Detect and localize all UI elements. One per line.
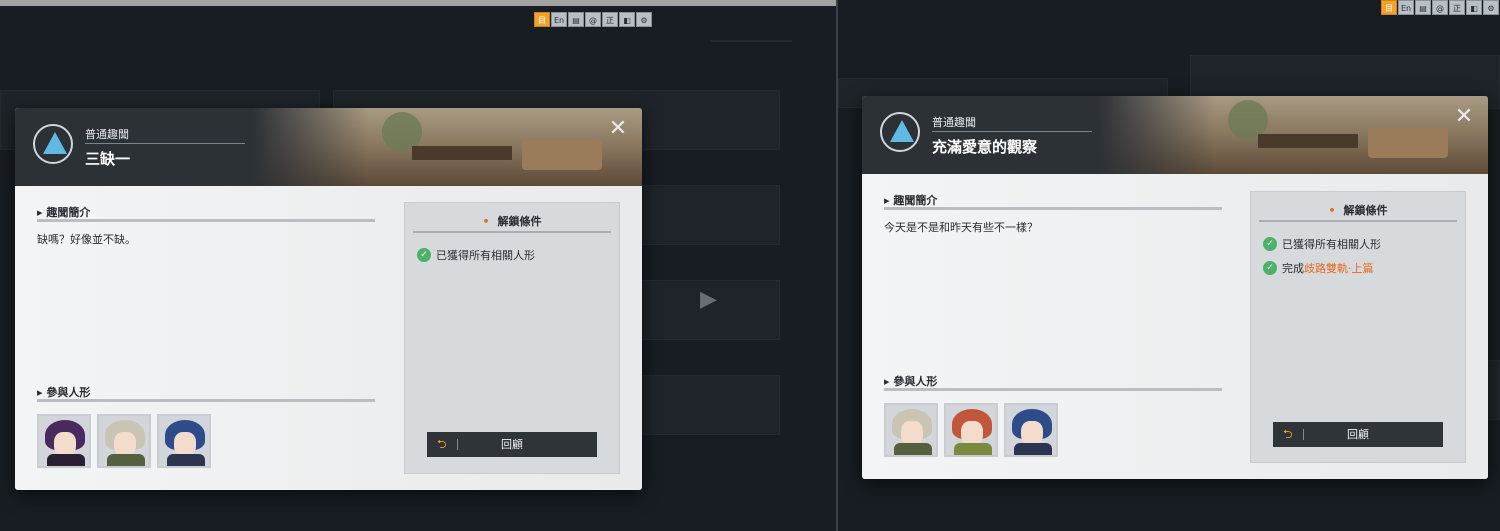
condition-item: ✓ 完成歧路雙軌·上篇	[1263, 260, 1374, 276]
check-icon: ✓	[1263, 237, 1277, 251]
anecdote-dialog: 普通趣聞 三缺一 ✕ ▸ 趣聞簡介 缺嗎？好像並不缺。 ▸ 參與人形 • 解鎖條件…	[15, 108, 642, 490]
toolbar-button[interactable]: 目	[1381, 0, 1397, 15]
review-button[interactable]: ⮌ 回顧	[427, 432, 597, 457]
toolbar-button[interactable]: 正	[1449, 0, 1465, 15]
intro-heading: ▸ 趣聞簡介	[884, 194, 938, 207]
toolbar-button[interactable]: En	[551, 12, 567, 27]
section-divider	[37, 219, 375, 222]
check-icon: ✓	[1263, 261, 1277, 275]
participants-heading: ▸ 參與人形	[884, 375, 938, 388]
toolbar: 目 En ▤ @ 正 ◧ ⚙	[1381, 0, 1499, 15]
review-label: 回顧	[501, 438, 523, 451]
unlock-conditions-panel: • 解鎖條件 ✓ 已獲得所有相關人形 ✓ 完成歧路雙軌·上篇 ⮌ 回顧	[1250, 191, 1466, 463]
avatar-purple-hair-icon[interactable]	[37, 414, 91, 468]
toolbar-button[interactable]: @	[585, 12, 601, 27]
close-icon[interactable]: ✕	[1452, 106, 1476, 130]
intro-heading: ▸ 趣聞簡介	[37, 206, 91, 219]
condition-prefix: 完成	[1282, 262, 1304, 275]
dialog-body: ▸ 趣聞簡介 今天是不是和昨天有些不一樣？ ▸ 參與人形 • 解鎖條件 ✓ 已獲得…	[862, 174, 1488, 479]
condition-text: 已獲得所有相關人形	[436, 249, 535, 262]
header-scene-image	[1098, 96, 1488, 174]
avatar-blue-hair-icon[interactable]	[1004, 403, 1058, 457]
intro-heading-label: 趣聞簡介	[893, 194, 938, 207]
unlock-heading: • 解鎖條件	[482, 215, 542, 228]
toolbar-button[interactable]: ⚙	[636, 12, 652, 27]
dialog-header: 普通趣聞 三缺一 ✕	[15, 108, 642, 186]
avatar-blue-hair-icon[interactable]	[157, 414, 211, 468]
section-divider	[884, 388, 1222, 391]
anecdote-logo-icon	[880, 112, 920, 152]
toolbar-button[interactable]: 目	[534, 12, 550, 27]
review-button[interactable]: ⮌ 回顧	[1273, 422, 1443, 447]
anecdote-logo-icon	[33, 124, 73, 164]
participants-heading-label: 參與人形	[46, 386, 91, 399]
dialog-header: 普通趣聞 充滿愛意的觀察 ✕	[862, 96, 1488, 174]
dialog-title: 充滿愛意的觀察	[932, 138, 1038, 156]
unlock-heading-label: 解鎖條件	[1343, 204, 1388, 217]
condition-item: ✓ 已獲得所有相關人形	[417, 247, 535, 263]
participants-heading: ▸ 參與人形	[37, 386, 91, 399]
anecdote-dialog: 普通趣聞 充滿愛意的觀察 ✕ ▸ 趣聞簡介 今天是不是和昨天有些不一樣？ ▸ 參…	[862, 96, 1488, 479]
toolbar-button[interactable]: ◧	[1466, 0, 1482, 15]
avatar-red-hair-icon[interactable]	[944, 403, 998, 457]
participants-heading-label: 參與人形	[893, 375, 938, 388]
dialog-body: ▸ 趣聞簡介 缺嗎？好像並不缺。 ▸ 參與人形 • 解鎖條件 ✓ 已獲得所有相關人…	[15, 186, 642, 490]
toolbar-button[interactable]: En	[1398, 0, 1414, 15]
return-icon: ⮌	[1283, 427, 1293, 441]
unlock-heading: • 解鎖條件	[1328, 204, 1388, 217]
condition-item: ✓ 已獲得所有相關人形	[1263, 236, 1381, 252]
dialog-category: 普通趣聞	[932, 116, 976, 129]
condition-text: 完成歧路雙軌·上篇	[1282, 260, 1374, 276]
header-divider	[932, 131, 1092, 132]
intro-text: 今天是不是和昨天有些不一樣？	[884, 221, 1038, 234]
unlock-heading-label: 解鎖條件	[497, 215, 542, 228]
participants-list	[37, 414, 211, 468]
section-divider	[1259, 220, 1457, 222]
header-divider	[85, 143, 245, 144]
review-label: 回顧	[1347, 428, 1369, 441]
dialog-category: 普通趣聞	[85, 128, 129, 141]
section-divider	[413, 231, 611, 233]
participants-list	[884, 403, 1058, 457]
toolbar-button[interactable]: ◧	[619, 12, 635, 27]
condition-text: 已獲得所有相關人形	[1282, 238, 1381, 251]
check-icon: ✓	[417, 248, 431, 262]
avatar-green-cap-icon[interactable]	[97, 414, 151, 468]
condition-chapter-link[interactable]: 歧路雙軌·上篇	[1304, 262, 1374, 275]
toolbar-button[interactable]: 正	[602, 12, 618, 27]
dialog-title: 三缺一	[85, 150, 131, 168]
header-scene-image	[252, 108, 642, 186]
left-screen: ▶ 目 En ▤ @ 正 ◧ ⚙ 普通趣聞 三缺一 ✕ ▸ 趣聞簡介 缺嗎？好像…	[0, 0, 836, 531]
toolbar: 目 En ▤ @ 正 ◧ ⚙	[534, 12, 652, 27]
section-divider	[884, 207, 1222, 210]
unlock-conditions-panel: • 解鎖條件 ✓ 已獲得所有相關人形 ⮌ 回顧	[404, 202, 620, 474]
avatar-green-cap-icon[interactable]	[884, 403, 938, 457]
intro-heading-label: 趣聞簡介	[46, 206, 91, 219]
toolbar-button[interactable]: ▤	[568, 12, 584, 27]
toolbar-button[interactable]: ▤	[1415, 0, 1431, 15]
return-icon: ⮌	[437, 437, 447, 451]
intro-text: 缺嗎？好像並不缺。	[37, 233, 136, 246]
toolbar-button[interactable]: ⚙	[1483, 0, 1499, 15]
toolbar-button[interactable]: @	[1432, 0, 1448, 15]
section-divider	[37, 399, 375, 402]
right-screen: 目 En ▤ @ 正 ◧ ⚙ 普通趣聞 充滿愛意的觀察 ✕ ▸ 趣聞簡介 今天是…	[838, 0, 1500, 531]
close-icon[interactable]: ✕	[606, 118, 630, 142]
